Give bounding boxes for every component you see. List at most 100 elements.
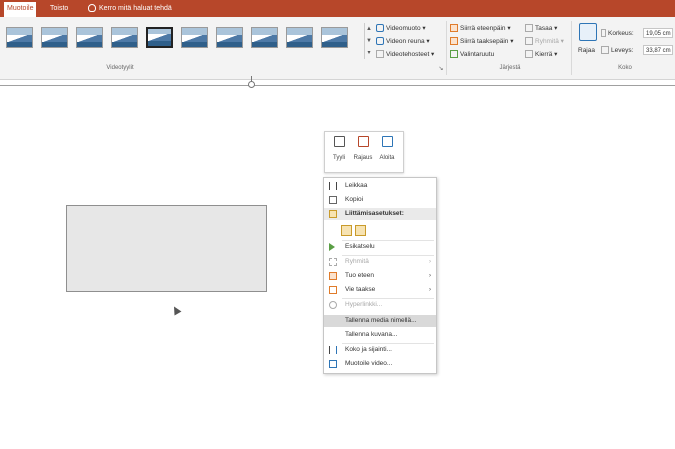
gallery-scroll[interactable]: ▲ ▼ ▾: [364, 23, 373, 59]
submenu-arrow-icon: ›: [429, 287, 431, 293]
group-label-video-styles: Videotyylit: [106, 65, 134, 71]
play-icon: [381, 136, 393, 147]
menu-label: Ryhmitä: [345, 258, 369, 265]
video-style-thumb[interactable]: [181, 27, 208, 48]
send-backward-icon: [450, 37, 458, 46]
selection-guide-line: [0, 85, 675, 86]
scroll-down-icon[interactable]: ▼: [365, 35, 373, 47]
video-shape-button[interactable]: Videomuoto ▾: [376, 23, 426, 34]
video-style-thumb[interactable]: [41, 27, 68, 48]
bring-to-front-icon: [329, 272, 337, 280]
menu-label: Liittämisasetukset:: [345, 210, 404, 217]
selection-pane-button[interactable]: Valintaruutu: [450, 49, 494, 60]
video-style-thumb[interactable]: [321, 27, 348, 48]
height-icon: [601, 29, 606, 38]
submenu-arrow-icon: ›: [429, 273, 431, 279]
video-style-thumb[interactable]: [216, 27, 243, 48]
video-style-thumb[interactable]: [286, 27, 313, 48]
menu-label: Leikkaa: [345, 182, 368, 189]
copy-icon: [329, 196, 337, 204]
mini-toolbar: Tyyli Rajaus Aloita: [324, 131, 404, 173]
menu-label: Koko ja sijainti...: [345, 346, 392, 353]
mini-crop-label: Rajaus: [353, 155, 373, 161]
align-button[interactable]: Tasaa ▾: [525, 23, 557, 34]
video-style-thumb[interactable]: [146, 27, 173, 48]
gallery-more-icon[interactable]: ▾: [365, 47, 373, 59]
dialog-launcher-icon[interactable]: ↘: [436, 65, 446, 72]
mini-crop-button[interactable]: Rajaus: [352, 136, 374, 161]
tell-me-box[interactable]: Kerro mitä haluat tehdä: [88, 2, 172, 15]
video-style-thumb[interactable]: [6, 27, 33, 48]
submenu-arrow-icon: ›: [429, 259, 431, 265]
width-input[interactable]: 33,87 cm: [643, 45, 673, 55]
menu-label: Hyperlinkki...: [345, 301, 383, 308]
bring-forward-button[interactable]: Siirrä eteenpäin ▾: [450, 23, 511, 34]
crop-icon[interactable]: [579, 23, 597, 41]
menu-label: Kopioi: [345, 196, 364, 203]
paste-keep-format-icon[interactable]: [341, 225, 352, 236]
menu-item-copy[interactable]: Kopioi: [324, 194, 436, 206]
ribbon-tab-bar: Muotoile Toisto Kerro mitä haluat tehdä: [0, 0, 675, 17]
group-icon: [329, 258, 337, 266]
video-effects-label: Videotehosteet: [386, 51, 430, 58]
send-backward-label: Siirrä taaksepäin: [460, 38, 509, 45]
scroll-up-icon[interactable]: ▲: [365, 23, 373, 35]
menu-item-save-as-picture[interactable]: Tallenna kuvana...: [324, 329, 436, 341]
menu-header-paste-options: Liittämisasetukset:: [324, 208, 436, 220]
pen-icon: [376, 37, 384, 46]
menu-label: Esikatselu: [345, 243, 375, 250]
menu-item-preview[interactable]: Esikatselu: [324, 241, 436, 253]
selection-pane-label: Valintaruutu: [460, 51, 495, 58]
bring-forward-icon: [450, 24, 458, 33]
effects-icon: [376, 50, 384, 59]
video-border-button[interactable]: Videon reuna ▾: [376, 36, 430, 47]
rotation-handle[interactable]: [248, 81, 255, 88]
menu-item-bring-to-front[interactable]: Tuo eteen ›: [324, 270, 436, 282]
mini-start-button[interactable]: Aloita: [376, 136, 398, 161]
paste-picture-icon[interactable]: [355, 225, 366, 236]
ribbon: ▲ ▼ ▾ Videotyylit Videomuoto ▾ Videon re…: [0, 17, 675, 80]
mouse-cursor-icon: [170, 304, 182, 316]
group-icon: [525, 37, 533, 46]
link-icon: [329, 301, 337, 309]
send-backward-button[interactable]: Siirrä taaksepäin ▾: [450, 36, 514, 47]
mini-style-button[interactable]: Tyyli: [328, 136, 350, 161]
group-button[interactable]: Ryhmitä ▾: [525, 36, 564, 47]
width-icon: [601, 46, 609, 55]
bring-forward-label: Siirrä eteenpäin: [460, 25, 506, 32]
tab-playback[interactable]: Toisto: [50, 2, 68, 15]
height-label-row: Korkeus:: [601, 28, 634, 39]
tab-format[interactable]: Muotoile: [4, 2, 37, 17]
height-input[interactable]: 19,05 cm: [643, 28, 673, 38]
menu-label: Tallenna kuvana...: [345, 331, 398, 338]
align-icon: [525, 24, 533, 33]
video-style-thumb[interactable]: [76, 27, 103, 48]
crop-icon: [357, 136, 369, 147]
align-label: Tasaa: [535, 25, 553, 32]
crop-button-label[interactable]: Rajaa: [578, 47, 595, 54]
menu-item-group[interactable]: Ryhmitä ›: [324, 256, 436, 268]
video-effects-button[interactable]: Videotehosteet ▾: [376, 49, 434, 60]
menu-item-size-and-position[interactable]: Koko ja sijainti...: [324, 344, 436, 356]
menu-item-hyperlink[interactable]: Hyperlinkki...: [324, 299, 436, 311]
menu-item-send-to-back[interactable]: Vie taakse ›: [324, 284, 436, 296]
ribbon-separator: [571, 21, 572, 75]
video-shape-label: Videomuoto: [386, 25, 421, 32]
menu-label: Vie taakse: [345, 286, 376, 293]
menu-item-cut[interactable]: Leikkaa: [324, 180, 436, 192]
video-style-thumb[interactable]: [111, 27, 138, 48]
width-label-row: Leveys:: [601, 45, 633, 56]
context-menu: Leikkaa Kopioi Liittämisasetukset: Esika…: [323, 177, 437, 374]
menu-item-format-video[interactable]: Muotoile video...: [324, 358, 436, 370]
selection-pane-icon: [450, 50, 458, 59]
video-placeholder[interactable]: [66, 205, 267, 292]
format-video-icon: [329, 360, 337, 368]
video-styles-gallery: [4, 23, 366, 59]
lightbulb-icon: [88, 4, 96, 13]
paste-options-row: [341, 225, 369, 239]
rotate-button[interactable]: Kierrä ▾: [525, 49, 557, 60]
size-position-icon: [329, 346, 337, 354]
menu-item-save-media-as[interactable]: Tallenna media nimellä...: [324, 315, 436, 327]
height-label: Korkeus:: [608, 30, 634, 37]
video-style-thumb[interactable]: [251, 27, 278, 48]
